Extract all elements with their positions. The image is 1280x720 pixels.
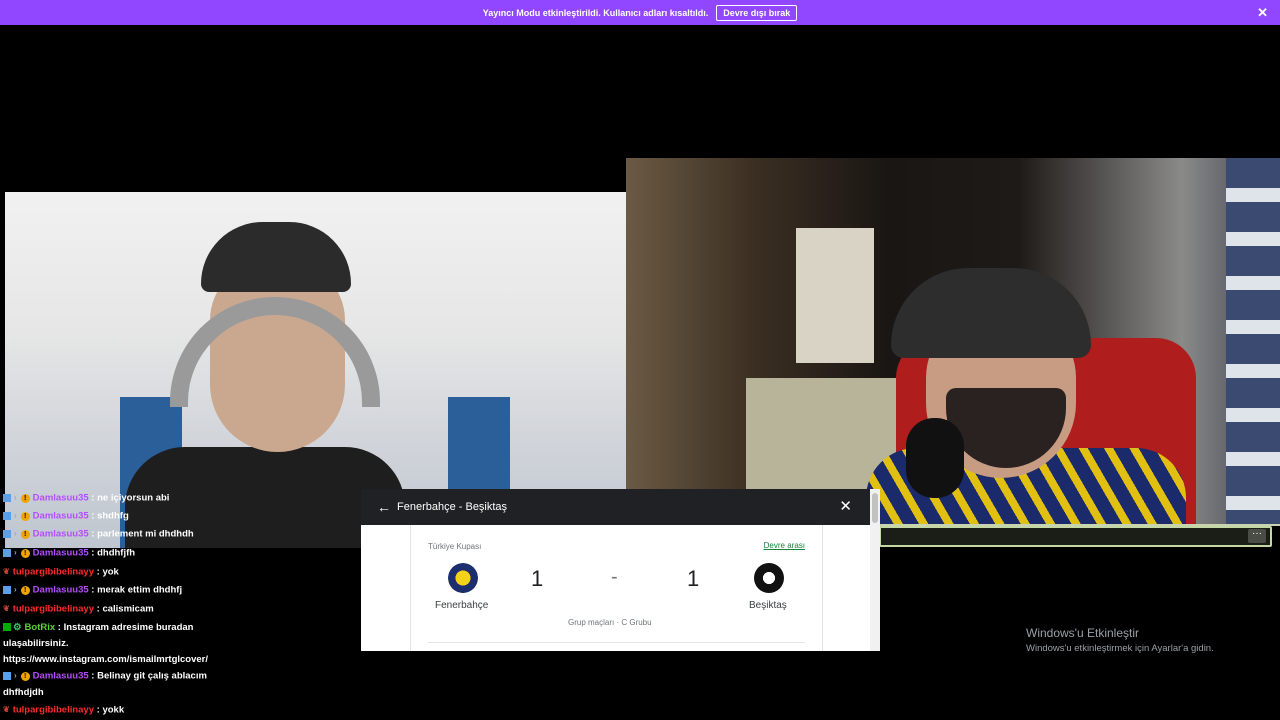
cap	[891, 268, 1091, 358]
home-score: 1	[531, 566, 544, 591]
window-curtain	[1226, 158, 1280, 526]
tulip-badge-icon: ❦	[3, 604, 10, 613]
chat-username[interactable]: Damlasuu35	[33, 511, 89, 522]
chevron-icon: ›	[14, 548, 17, 557]
chat-message: ›! Damlasuu35 : Belinay git çalış ablacım…	[3, 668, 233, 701]
subscriber-badge-icon	[3, 549, 11, 557]
scrollbar[interactable]	[870, 489, 880, 651]
chat-username[interactable]: Damlasuu35	[33, 585, 89, 596]
chat-text: : calismicam	[96, 603, 154, 615]
bookshelf	[796, 228, 874, 363]
subscriber-badge-icon	[3, 494, 11, 502]
subscriber-badge-icon	[3, 586, 11, 594]
chat-username[interactable]: tulpargibibelinayy	[13, 604, 94, 615]
chevron-icon: ›	[14, 511, 17, 520]
chat-message: ⚙ BotRix : Instagram adresime buradan ula…	[3, 620, 233, 668]
group-info: Grup maçları · C Grubu	[568, 618, 652, 627]
overlay-input-bar[interactable]: ···	[879, 526, 1272, 547]
chat-text: : dhdhfjfh	[91, 547, 136, 559]
chat-username[interactable]: BotRix	[25, 622, 56, 633]
watermark-subtitle: Windows'u etkinleştirmek için Ayarlar'a …	[1026, 643, 1214, 654]
chat-message: ❦ tulpargibibelinayy : yokk	[3, 702, 358, 719]
back-arrow-icon[interactable]: ←	[377, 499, 391, 515]
league-name: Türkiye Kupası	[428, 542, 482, 551]
chat-text: : shdhfg	[91, 510, 129, 522]
moderator-badge-icon	[3, 623, 11, 632]
chat-username[interactable]: tulpargibibelinayy	[13, 705, 94, 716]
gift-badge-icon: !	[20, 493, 30, 503]
banner-message: Yayıncı Modu etkinleştirildi. Kullanıcı …	[482, 7, 709, 18]
chat-message: ❦ tulpargibibelinayy : calismicam	[3, 601, 358, 618]
chevron-icon: ›	[14, 671, 17, 680]
windows-activation-watermark: Windows'u Etkinleştir Windows'u etkinleş…	[1026, 626, 1214, 654]
watermark-title: Windows'u Etkinleştir	[1026, 626, 1139, 640]
bot-badge-icon: ⚙	[13, 622, 22, 633]
chat-message: ›! Damlasuu35 : merak ettim dhdhfj	[3, 582, 358, 599]
scrollbar-thumb[interactable]	[872, 493, 878, 523]
gift-badge-icon: !	[20, 529, 30, 539]
close-icon[interactable]: ✕	[1257, 5, 1268, 21]
gift-badge-icon: !	[20, 511, 30, 521]
gift-badge-icon: !	[20, 671, 30, 681]
chat-message: ›! Damlasuu35 : dhdhfjfh	[3, 545, 358, 562]
chat-overlay: ›! Damlasuu35 : ne içiyorsun abi ›! Damlas…	[0, 470, 360, 720]
match-details: Türkiye Kupası Devre arası 1 - 1 Fenerba…	[410, 525, 823, 651]
tulip-badge-icon: ❦	[3, 567, 10, 576]
chat-username[interactable]: Damlasuu35	[33, 529, 89, 540]
cap	[201, 222, 351, 292]
subscriber-badge-icon	[3, 530, 11, 538]
chat-message: ❦ tulpargibibelinayy : yok	[3, 564, 358, 581]
disable-streamer-mode-button[interactable]: Devre dışı bırak	[716, 4, 798, 21]
more-options-icon[interactable]: ···	[1248, 529, 1266, 543]
streamer-mode-banner: Yayıncı Modu etkinleştirildi. Kullanıcı …	[0, 0, 1280, 25]
chat-message: ›! Damlasuu35 : ne içiyorsun abi	[3, 490, 358, 507]
match-card-header: ← Fenerbahçe - Beşiktaş ✕	[361, 489, 880, 525]
match-card: ← Fenerbahçe - Beşiktaş ✕ Türkiye Kupası…	[361, 489, 880, 651]
tulip-badge-icon: ❦	[3, 705, 10, 714]
chat-text: : merak ettim dhdhfj	[91, 584, 183, 596]
chevron-icon: ›	[14, 585, 17, 594]
chat-text: : ne içiyorsun abi	[91, 492, 170, 504]
subscriber-badge-icon	[3, 672, 11, 680]
right-webcam-feed	[626, 158, 1280, 526]
chat-username[interactable]: Damlasuu35	[33, 493, 89, 504]
gift-badge-icon: !	[20, 585, 30, 595]
match-status[interactable]: Devre arası	[764, 541, 805, 550]
besiktas-logo-icon	[754, 563, 784, 593]
chat-username[interactable]: tulpargibibelinayy	[13, 567, 94, 578]
chevron-icon: ›	[14, 493, 17, 502]
gift-badge-icon: !	[20, 548, 30, 558]
home-team-name[interactable]: Fenerbahçe	[435, 600, 488, 611]
chat-username[interactable]: Damlasuu35	[33, 548, 89, 559]
fenerbahce-logo-icon	[448, 563, 478, 593]
chat-text: : yokk	[96, 704, 125, 716]
headset	[170, 297, 380, 407]
chat-message: ›! Damlasuu35 : shdhfg	[3, 508, 358, 525]
chat-message: ›! Damlasuu35 : parlement mi dhdhdh	[3, 526, 358, 543]
chat-text: : yok	[96, 566, 119, 578]
away-score: 1	[687, 566, 700, 591]
divider	[428, 642, 805, 643]
away-team-name[interactable]: Beşiktaş	[749, 600, 787, 611]
score-separator: -	[611, 566, 618, 588]
chat-text: : parlement mi dhdhdh	[91, 528, 194, 540]
subscriber-badge-icon	[3, 512, 11, 520]
match-title: Fenerbahçe - Beşiktaş	[397, 501, 508, 513]
microphone	[906, 418, 964, 498]
close-icon[interactable]: ✕	[839, 497, 852, 515]
chevron-icon: ›	[14, 529, 17, 538]
chat-username[interactable]: Damlasuu35	[33, 671, 89, 682]
